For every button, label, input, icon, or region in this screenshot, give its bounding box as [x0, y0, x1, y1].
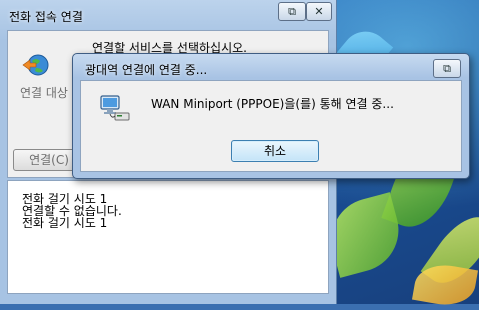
close-button[interactable]: ✕: [306, 2, 332, 21]
log-line: 전화 걸기 시도 1: [22, 216, 108, 230]
connection-target-label: 연결 대상: [20, 86, 68, 100]
dialog-title: 광대역 연결에 연결 중...: [85, 63, 208, 77]
connecting-message: WAN Miniport (PPPOE)을(를) 통해 연결 중...: [151, 97, 394, 111]
restore-icon: ⧉: [443, 61, 451, 75]
dialog-body: WAN Miniport (PPPOE)을(를) 통해 연결 중... 취소: [80, 80, 462, 172]
connection-log: 전화 걸기 시도 1 연결할 수 없습니다. 전화 걸기 시도 1: [7, 180, 329, 294]
broadband-connecting-dialog: 광대역 연결에 연결 중... ⧉ WAN Miniport (PPPOE)을(…: [72, 53, 470, 179]
restore-icon: ⧉: [288, 4, 296, 18]
network-connection-icon: [100, 95, 130, 121]
restore-button[interactable]: ⧉: [278, 2, 306, 21]
window-title: 전화 접속 연결: [9, 10, 83, 24]
globe-connection-icon: [22, 54, 49, 76]
cancel-button[interactable]: 취소: [231, 140, 319, 162]
close-icon: ✕: [314, 5, 324, 18]
restore-button[interactable]: ⧉: [433, 59, 461, 78]
